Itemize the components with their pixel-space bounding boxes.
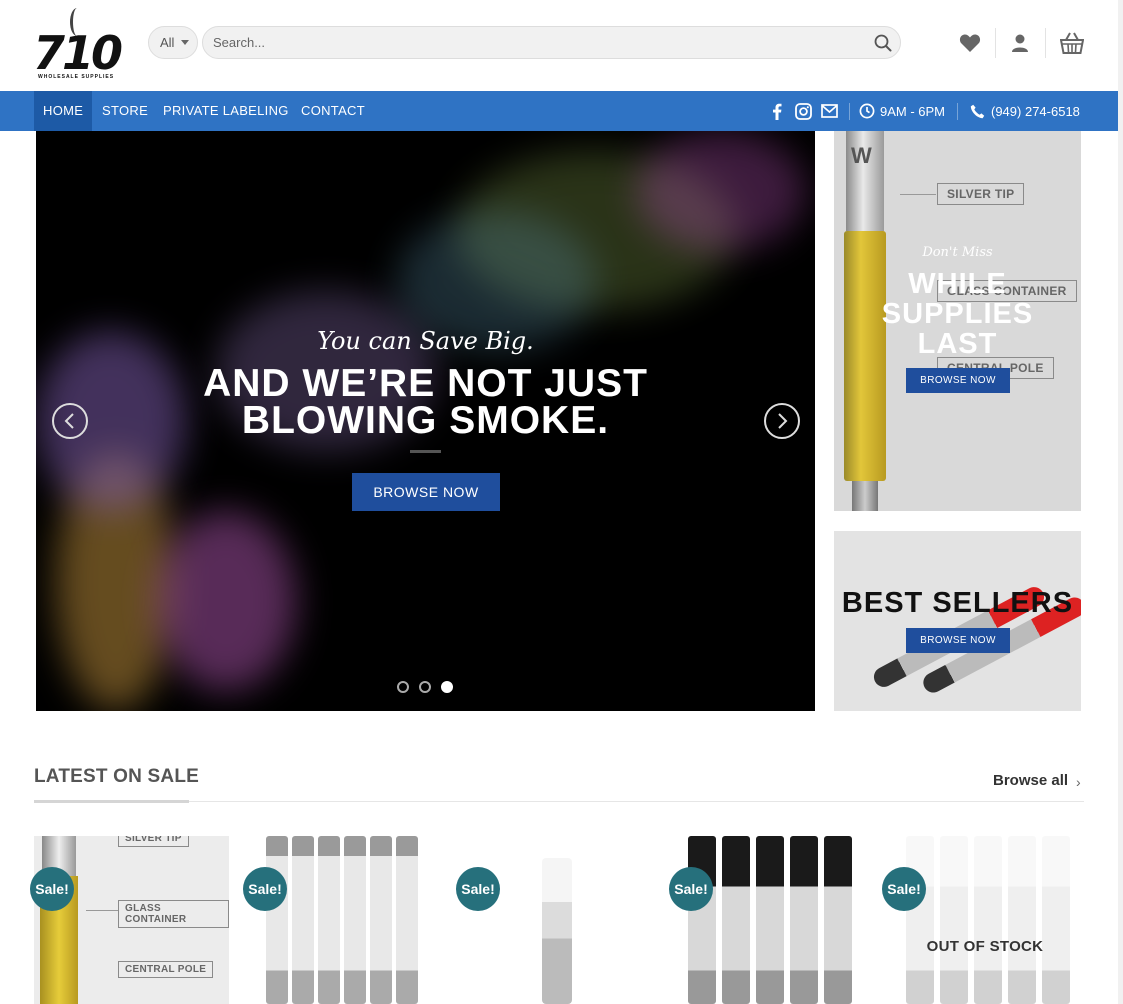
diagram-label: CENTRAL POLE <box>118 961 214 978</box>
product-card[interactable]: SILVER TIP GLASS CONTAINER CENTRAL POLE <box>34 836 229 1004</box>
banner-script-text: Don't Miss <box>922 245 993 260</box>
diagram-label: SILVER TIP <box>118 836 189 847</box>
sale-badge: Sale! <box>456 867 500 911</box>
section-title: LATEST ON SALE <box>34 766 200 787</box>
banner-title: BEST SELLERS <box>841 587 1074 619</box>
sale-badge: Sale! <box>30 867 74 911</box>
out-of-stock-overlay <box>890 836 1085 1004</box>
nav-item-store[interactable]: Store <box>93 91 157 131</box>
browse-all-link[interactable]: Browse all <box>993 772 1068 789</box>
product-image <box>318 836 340 1004</box>
section-title-underline <box>34 800 189 803</box>
diagram-line <box>86 910 118 911</box>
diagram-label: SILVER TIP <box>937 183 1025 205</box>
phone-icon <box>970 104 985 118</box>
wishlist-heart-icon[interactable] <box>957 30 983 56</box>
nav-divider <box>849 103 850 120</box>
product-card[interactable] <box>462 836 657 1004</box>
hero-browse-button[interactable]: BROWSE NOW <box>352 473 500 511</box>
phone-link[interactable]: (949) 274-6518 <box>970 91 1080 131</box>
product-image <box>824 836 852 1004</box>
product-image <box>688 836 716 1004</box>
product-image <box>790 836 818 1004</box>
product-image <box>292 836 314 1004</box>
sale-badge: Sale! <box>882 867 926 911</box>
slider-dot-active[interactable] <box>441 681 453 693</box>
phone-text: (949) 274-6518 <box>991 103 1080 119</box>
product-image <box>370 836 392 1004</box>
slider-prev-arrow-icon[interactable] <box>52 403 88 439</box>
banner-while-supplies-last[interactable]: W SILVER TIP GLASS CONTAINER CENTRAL POL… <box>834 131 1081 511</box>
product-image <box>722 836 750 1004</box>
hero-script-text: You can Save Big. <box>317 327 534 355</box>
header-divider <box>1045 28 1046 58</box>
hero-divider <box>410 450 441 453</box>
site-logo[interactable]: 710 WHOLESALE SUPPLIES <box>30 8 123 83</box>
facebook-icon[interactable] <box>772 91 782 131</box>
search-category-value: All <box>160 35 175 50</box>
diagram-label: GLASS CONTAINER <box>118 900 229 928</box>
product-image <box>542 858 572 1004</box>
diagram-line <box>900 194 936 195</box>
nav-item-home[interactable]: Home <box>34 91 93 131</box>
out-of-stock-label: OUT OF STOCK <box>926 938 1044 955</box>
search-category-select[interactable]: All <box>148 26 198 59</box>
nav-divider <box>957 103 958 120</box>
search-bar <box>202 26 901 59</box>
chevron-down-icon <box>181 40 190 45</box>
product-image <box>344 836 366 1004</box>
logo-subtitle: WHOLESALE SUPPLIES <box>38 74 115 80</box>
banner-title: WHILE SUPPLIES LAST <box>881 268 1034 360</box>
search-icon[interactable] <box>874 34 892 52</box>
cart-basket-icon[interactable] <box>1059 30 1085 56</box>
smoke-graphic <box>156 511 296 691</box>
product-card[interactable] <box>676 836 871 1004</box>
product-image <box>396 836 418 1004</box>
cartridge-base <box>852 481 878 511</box>
nav-item-contact[interactable]: Contact <box>292 91 374 131</box>
slider-next-arrow-icon[interactable] <box>764 403 800 439</box>
hours-info: 9AM - 6PM <box>859 91 945 131</box>
product-card[interactable] <box>890 836 1085 1004</box>
cartridge-tip-letter: W <box>851 143 872 168</box>
product-image <box>38 836 78 1004</box>
slider-dots <box>397 681 453 693</box>
logo-text: 710 <box>33 26 123 80</box>
email-envelope-icon[interactable] <box>821 91 838 131</box>
main-nav: Home Store Private Labeling Contact 9AM … <box>0 91 1118 131</box>
hero-title-line: AND WE’RE NOT JUST <box>203 362 648 405</box>
nav-item-private-labeling[interactable]: Private Labeling <box>154 91 298 131</box>
instagram-icon[interactable] <box>795 91 812 131</box>
product-image <box>756 836 784 1004</box>
hero-title: AND WE’RE NOT JUST BLOWING SMOKE. <box>36 362 815 442</box>
banner-best-sellers[interactable]: BEST SELLERS BROWSE NOW <box>834 531 1081 711</box>
page-scrollbar[interactable] <box>1118 0 1123 1004</box>
slider-dot[interactable] <box>397 681 409 693</box>
hero-title-line: BLOWING SMOKE. <box>241 399 610 442</box>
account-user-icon[interactable] <box>1007 30 1033 56</box>
hours-text: 9AM - 6PM <box>880 103 946 119</box>
site-header: 710 WHOLESALE SUPPLIES All <box>0 0 1123 91</box>
product-image <box>266 836 288 1004</box>
hero-slider[interactable]: You can Save Big. AND WE’RE NOT JUST BLO… <box>36 131 815 711</box>
search-input[interactable] <box>213 27 853 58</box>
header-divider <box>995 28 996 58</box>
slider-dot[interactable] <box>419 681 431 693</box>
smoke-graphic <box>636 131 806 251</box>
chevron-right-icon[interactable]: › <box>1076 774 1081 790</box>
sale-badge: Sale! <box>243 867 287 911</box>
clock-icon <box>859 103 875 119</box>
section-divider <box>34 801 1084 802</box>
product-card[interactable] <box>248 836 443 1004</box>
banner-browse-button[interactable]: BROWSE NOW <box>906 628 1010 653</box>
sale-badge: Sale! <box>669 867 713 911</box>
banner-browse-button[interactable]: BROWSE NOW <box>906 368 1010 393</box>
